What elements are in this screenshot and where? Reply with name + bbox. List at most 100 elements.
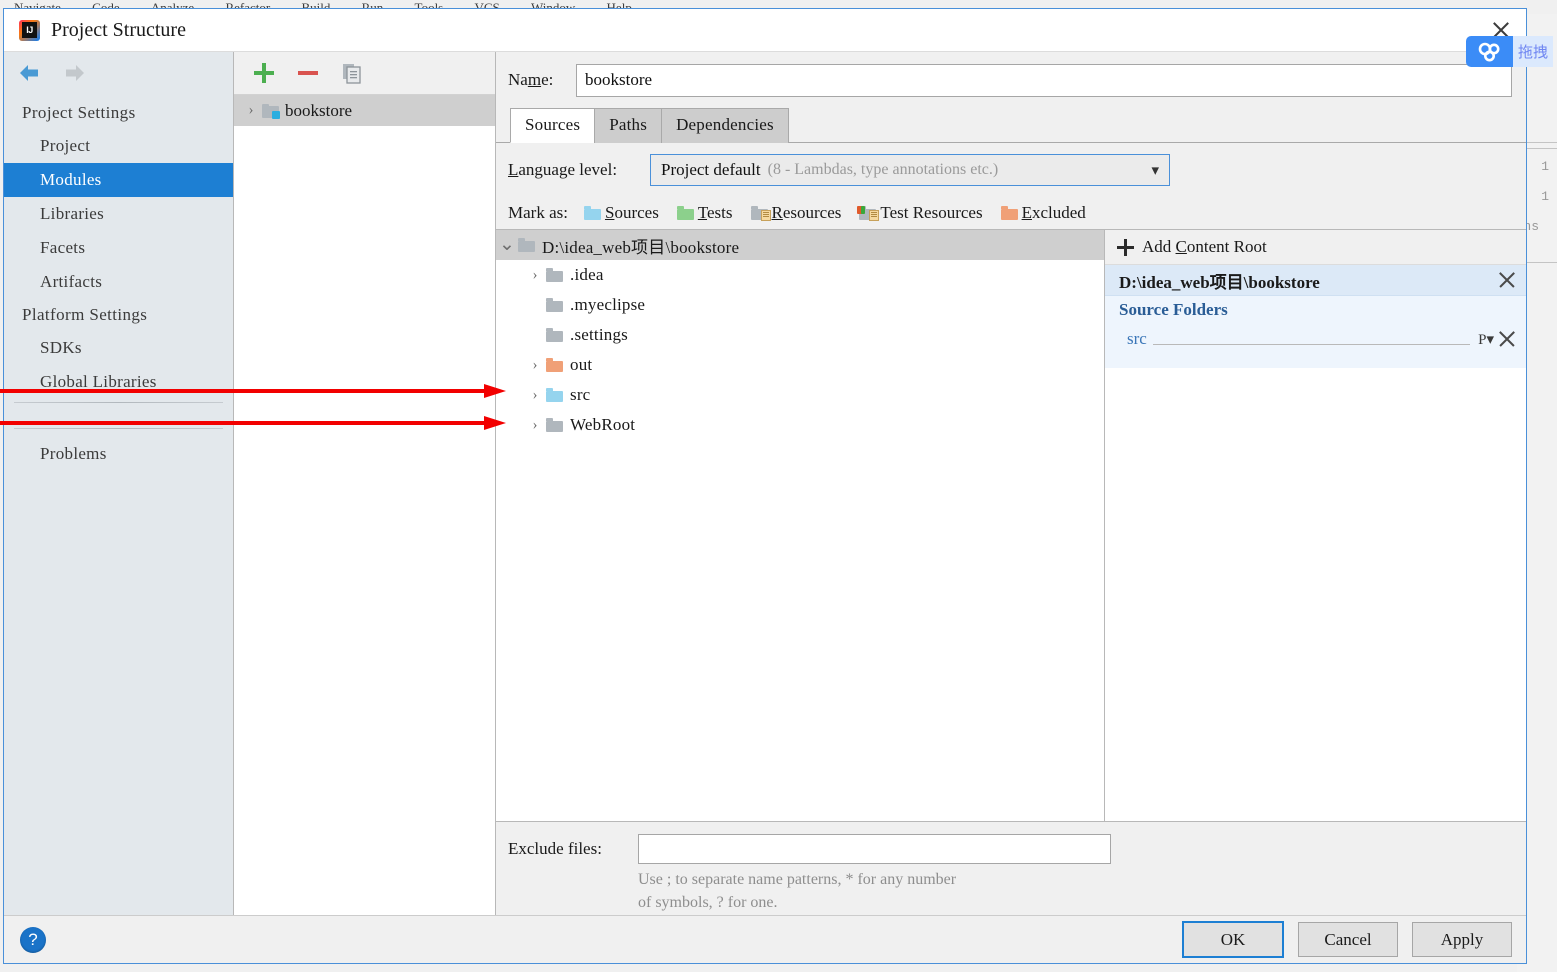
tree-label: WebRoot: [570, 415, 636, 434]
sidebar-group-platform-settings: Platform Settings: [22, 305, 148, 324]
package-prefix-button[interactable]: P▾: [1478, 330, 1494, 349]
language-level-select[interactable]: Project default (8 - Lambdas, type annot…: [650, 154, 1170, 186]
tree-label: D:\idea_web项目\bookstore: [542, 237, 740, 257]
mark-as-excluded-label: Excluded: [1021, 203, 1086, 222]
content-root-path: D:\idea_web项目\bookstore: [1119, 272, 1320, 292]
project-structure-dialog: Project Structure: [3, 8, 1527, 964]
content-root-row[interactable]: D:\idea_web项目\bookstore: [1105, 265, 1526, 296]
tree-label: src: [570, 385, 591, 404]
folder-resources-icon: [750, 206, 771, 221]
tree-label: out: [570, 355, 593, 374]
module-detail-panel: Name: Sources Paths Dependencies Languag…: [496, 52, 1526, 915]
mark-as-tests-button[interactable]: Tests: [676, 203, 733, 223]
mark-as-sources-button[interactable]: Sources: [583, 203, 659, 223]
module-list-column: › bookstore: [234, 52, 496, 915]
mark-as-excluded-button[interactable]: Excluded: [1000, 203, 1086, 223]
sources-split: ⌄ D:\idea_web项目\bookstore › .idea .myecl…: [496, 229, 1526, 821]
sidebar-item-libraries[interactable]: Libraries: [4, 197, 233, 231]
sidebar-item-modules[interactable]: Modules: [4, 163, 233, 197]
chevron-down-icon[interactable]: ⌄: [496, 235, 518, 254]
tree-row[interactable]: › WebRoot: [496, 410, 1104, 440]
plus-icon[interactable]: [252, 61, 276, 85]
folder-icon: [518, 238, 535, 252]
close-icon[interactable]: [1498, 271, 1516, 289]
folder-tests-icon: [676, 206, 694, 220]
module-name-input[interactable]: [576, 63, 1512, 97]
bg-text: 1: [1541, 159, 1549, 174]
copy-icon[interactable]: [340, 61, 364, 85]
mark-as-row: Mark as: Sources Tests Resources Test Re…: [496, 197, 1526, 229]
language-level-label: Language level:: [508, 160, 618, 179]
content-root-detail-panel: Add Content Root D:\idea_web项目\bookstore…: [1105, 230, 1526, 821]
chevron-right-icon[interactable]: ›: [524, 357, 546, 374]
sidebar-list: Project Settings Project Modules Librari…: [4, 94, 233, 915]
settings-sidebar: Project Settings Project Modules Librari…: [4, 52, 234, 915]
intellij-logo-icon: [19, 19, 40, 41]
chevron-right-icon[interactable]: ›: [240, 102, 262, 119]
add-content-root-label: Add Content Root: [1142, 237, 1267, 256]
sidebar-item-sdks[interactable]: SDKs: [4, 331, 233, 365]
dialog-title: Project Structure: [51, 18, 186, 41]
folder-module-icon: [262, 103, 280, 119]
tab-sources[interactable]: Sources: [510, 108, 596, 143]
minus-icon[interactable]: [296, 61, 320, 85]
name-label: Name:: [508, 70, 554, 89]
exclude-hint-line-1: Use ; to separate name patterns, * for a…: [638, 871, 957, 888]
sidebar-nav: [4, 52, 233, 94]
close-icon[interactable]: [1498, 330, 1516, 348]
tab-paths[interactable]: Paths: [594, 108, 663, 143]
arrow-right-icon[interactable]: [60, 62, 88, 84]
folder-excluded-icon: [1000, 206, 1018, 220]
sidebar-item-problems[interactable]: Problems: [4, 437, 233, 471]
baidu-cloud-icon[interactable]: [1466, 36, 1513, 67]
baidu-netdisk-widget[interactable]: 拖拽: [1466, 36, 1554, 67]
folder-excluded-icon: [546, 358, 563, 372]
mark-as-test-resources-label: Test Resources: [880, 203, 983, 222]
module-row-bookstore[interactable]: › bookstore: [234, 95, 495, 126]
chevron-right-icon[interactable]: ›: [524, 417, 546, 434]
source-folder-name: src: [1127, 329, 1147, 348]
chevron-right-icon[interactable]: ›: [524, 267, 546, 284]
apply-button[interactable]: Apply: [1412, 922, 1512, 957]
sidebar-group-project-settings: Project Settings: [22, 103, 136, 122]
plus-icon: [1117, 238, 1134, 256]
tab-dependencies[interactable]: Dependencies: [661, 108, 789, 143]
detail-tabs: Sources Paths Dependencies: [496, 108, 1526, 143]
tree-row[interactable]: ⌄ D:\idea_web项目\bookstore: [496, 230, 1104, 260]
mark-as-test-resources-button[interactable]: Test Resources: [857, 203, 983, 223]
name-row: Name:: [496, 52, 1526, 108]
exclude-files-label: Exclude files:: [508, 839, 602, 858]
ok-button[interactable]: OK: [1182, 921, 1284, 958]
tree-row[interactable]: .settings: [496, 320, 1104, 350]
module-toolbar: [234, 52, 495, 95]
tree-row[interactable]: .myeclipse: [496, 290, 1104, 320]
sidebar-item-artifacts[interactable]: Artifacts: [4, 265, 233, 299]
folder-sources-icon: [583, 206, 601, 220]
folder-icon: [546, 298, 563, 312]
baidu-widget-label: 拖拽: [1513, 36, 1554, 67]
source-folder-row[interactable]: src P▾: [1105, 324, 1526, 354]
mark-as-resources-label: Resources: [771, 203, 842, 222]
chevron-right-icon[interactable]: ›: [524, 387, 546, 404]
exclude-files-input[interactable]: [638, 834, 1111, 864]
content-root-tree: ⌄ D:\idea_web项目\bookstore › .idea .myecl…: [496, 230, 1105, 821]
sidebar-item-project[interactable]: Project: [4, 129, 233, 163]
chevron-down-icon[interactable]: ▾: [1151, 161, 1163, 180]
cancel-button[interactable]: Cancel: [1298, 922, 1398, 957]
add-content-root-button[interactable]: Add Content Root: [1105, 230, 1526, 265]
tree-row[interactable]: › out: [496, 350, 1104, 380]
arrow-left-icon[interactable]: [16, 62, 44, 84]
exclude-files-hint: Use ; to separate name patterns, * for a…: [638, 868, 1526, 914]
tree-label: .myeclipse: [570, 295, 646, 314]
source-folder-fill: [1152, 343, 1471, 345]
tree-row[interactable]: › src: [496, 380, 1104, 410]
sidebar-item-facets[interactable]: Facets: [4, 231, 233, 265]
bg-text: 1: [1541, 189, 1549, 204]
tree-row[interactable]: › .idea: [496, 260, 1104, 290]
mark-as-resources-button[interactable]: Resources: [750, 203, 842, 223]
language-level-detail: (8 - Lambdas, type annotations etc.): [767, 161, 999, 178]
folder-icon: [546, 418, 563, 432]
language-level-row: Language level: Project default (8 - Lam…: [496, 143, 1526, 197]
folder-icon: [546, 328, 563, 342]
help-icon[interactable]: ?: [20, 926, 46, 953]
